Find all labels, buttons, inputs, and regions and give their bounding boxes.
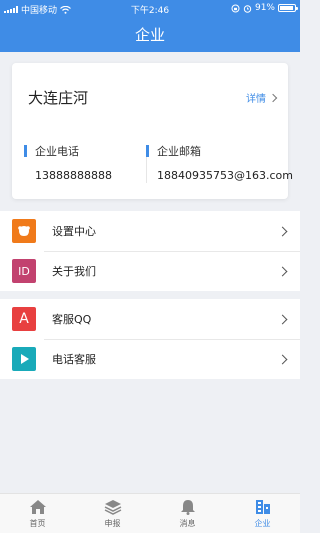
menu-item-label: 客服QQ — [52, 313, 92, 326]
menu-item-qq-service[interactable]: A 客服QQ — [0, 299, 300, 339]
chevron-right-icon — [277, 266, 288, 276]
tab-label: 企业 — [254, 518, 271, 528]
menu-item-label: 电话客服 — [52, 353, 96, 366]
layers-icon — [104, 499, 121, 515]
orientation-lock-icon — [231, 4, 240, 12]
page-title: 企业 — [134, 26, 165, 44]
chevron-right-icon — [277, 314, 288, 324]
detail-label: 详情 — [246, 94, 266, 105]
status-bar: 中国移动 下午2:46 91% — [0, 0, 300, 18]
company-email: 企业邮箱 18840935753@163.com — [146, 143, 293, 182]
battery-percent: 91% — [254, 3, 275, 13]
email-value[interactable]: 18840935753@163.com — [157, 169, 293, 182]
tab-enterprise[interactable]: 企业 — [225, 494, 300, 533]
tab-label: 消息 — [179, 518, 196, 528]
tab-declare[interactable]: 申报 — [75, 494, 150, 533]
menu-group-service: A 客服QQ 电话客服 — [0, 299, 300, 379]
menu-item-about[interactable]: ID 关于我们 — [0, 251, 300, 291]
alarm-icon — [243, 4, 252, 13]
building-icon — [255, 499, 270, 514]
about-icon: ID — [12, 259, 36, 283]
company-card: 大连庄河 详情 企业电话 13888888888 企业邮箱 1884093575… — [12, 63, 293, 199]
settings-icon — [12, 219, 36, 243]
chevron-right-icon — [268, 93, 278, 103]
menu-item-label: 设置中心 — [52, 225, 96, 238]
chevron-right-icon — [277, 354, 288, 364]
chevron-right-icon — [277, 226, 288, 236]
tab-home[interactable]: 首页 — [0, 494, 75, 533]
company-name: 大连庄河 — [28, 89, 89, 107]
qq-service-icon: A — [12, 307, 36, 331]
company-phone: 企业电话 13888888888 — [24, 143, 112, 182]
accent-bar — [24, 145, 27, 157]
menu-item-phone-service[interactable]: 电话客服 — [0, 339, 300, 379]
tab-label: 首页 — [29, 518, 46, 528]
top-bar: 中国移动 下午2:46 91% 企业 — [0, 0, 300, 52]
tab-messages[interactable]: 消息 — [150, 494, 225, 533]
menu-item-settings[interactable]: 设置中心 — [0, 211, 300, 251]
phone-label: 企业电话 — [35, 145, 79, 158]
battery-icon — [278, 4, 298, 12]
home-icon — [29, 499, 46, 514]
accent-bar — [146, 145, 149, 157]
email-label: 企业邮箱 — [157, 145, 201, 158]
phone-service-icon — [12, 347, 36, 371]
detail-link[interactable]: 详情 — [246, 90, 278, 105]
tab-label: 申报 — [104, 518, 121, 528]
bell-icon — [180, 499, 195, 515]
menu-item-label: 关于我们 — [52, 265, 96, 278]
menu-group-settings: 设置中心 ID 关于我们 — [0, 211, 300, 291]
phone-value[interactable]: 13888888888 — [35, 169, 112, 182]
tab-bar: 首页 申报 消息 企业 — [0, 493, 300, 533]
